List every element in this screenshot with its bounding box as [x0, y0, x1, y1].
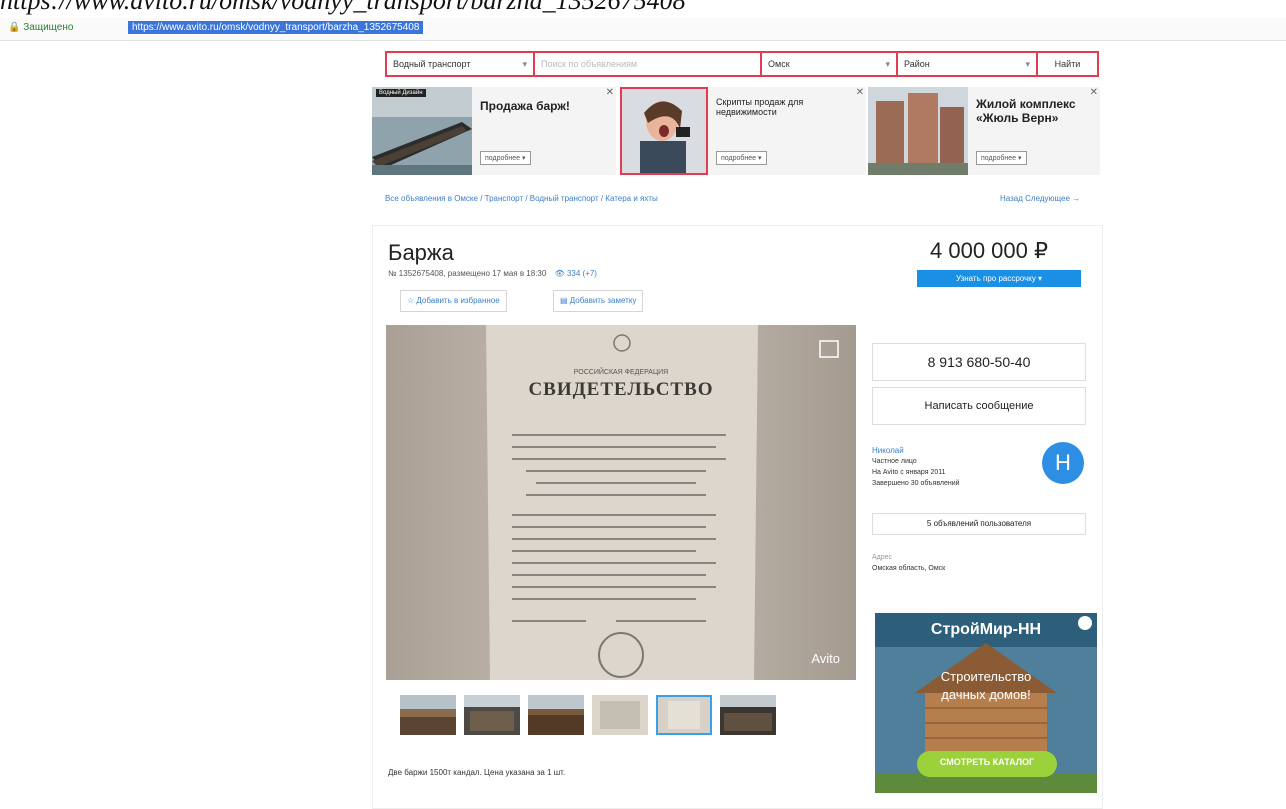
ad-title: Жилой комплекс «Жюль Верн» [976, 97, 1076, 125]
address-bar[interactable]: 🔒 Защищено https://www.avito.ru/omsk/vod… [0, 18, 1286, 41]
seller-ads-button[interactable]: 5 объявлений пользователя [872, 513, 1086, 535]
address-label: Адрес [872, 554, 893, 561]
thumbnail-active[interactable] [656, 695, 712, 735]
close-icon[interactable]: ✕ [1090, 87, 1098, 98]
thumbnail[interactable] [592, 695, 648, 735]
search-button[interactable]: Найти [1038, 53, 1097, 75]
banner-cta-button[interactable]: СМОТРЕТЬ КАТАЛОГ [917, 757, 1057, 767]
secure-label: 🔒 Защищено [8, 22, 74, 33]
city-select[interactable]: Омск ▾ [762, 53, 898, 75]
chevron-down-icon: ▾ [522, 59, 527, 69]
caption-url: https://www.avito.ru/omsk/vodnyy_transpo… [0, 0, 686, 15]
views-count: 👁 334 (+7) [554, 269, 597, 278]
search-bar: Водный транспорт ▾ Поиск по объявлениям О… [385, 51, 1099, 77]
page-title: Баржа [388, 240, 454, 265]
star-icon: ☆ [407, 296, 417, 305]
avito-watermark: Avito [811, 651, 840, 666]
ad-barges[interactable]: Водный Дизайн Продажа барж! подробнее ▾ … [372, 87, 616, 175]
banner-text: Строительство [940, 669, 1032, 684]
ad-more-button[interactable]: подробнее ▾ [480, 151, 531, 165]
doc-title: СВИДЕТЕЛЬСТВО [528, 379, 714, 400]
listing-description: Две баржи 1500т кандал. Цена указана за … [388, 768, 566, 777]
add-note-button[interactable]: ▤ Добавить заметку [553, 290, 644, 312]
ad-title: Скрипты продаж для недвижимости [716, 97, 804, 117]
thumbnail[interactable] [720, 695, 776, 735]
seller-info: Николай Частное лицо На Avito с января 2… [872, 445, 960, 489]
chevron-down-icon: ▾ [1025, 59, 1030, 69]
eye-icon: 👁 [554, 269, 567, 278]
url-text[interactable]: https://www.avito.ru/omsk/vodnyy_transpo… [128, 21, 424, 34]
ad-barge-image: Водный Дизайн [372, 87, 472, 175]
installment-button[interactable]: Узнать про рассрочку ▾ [917, 270, 1081, 287]
breadcrumb[interactable]: Все объявления в Омске / Транспорт / Вод… [385, 194, 658, 203]
banner-text: дачных домов! [941, 687, 1031, 702]
banner-brand: СтройМир-НН [930, 621, 1042, 638]
banner-ad[interactable]: СтройМир-НН Строительство дачных домов! … [875, 613, 1097, 793]
address-block: Адрес Омская область, Омск [872, 552, 945, 574]
doc-header: РОССИЙСКАЯ ФЕДЕРАЦИЯ [573, 369, 669, 376]
seller-name[interactable]: Николай [872, 445, 960, 456]
category-select[interactable]: Водный транспорт ▾ [387, 53, 535, 75]
note-icon: ▤ [560, 296, 570, 305]
ad-title: Продажа барж! [480, 99, 570, 113]
ad-more-button[interactable]: подробнее ▾ [716, 151, 767, 165]
prev-next-links[interactable]: Назад Следующее → [1000, 194, 1080, 203]
lock-icon: 🔒 [8, 22, 24, 33]
listing-meta: № 1352675408, размещено 17 мая в 18:30 👁… [388, 269, 597, 278]
thumbnail[interactable] [528, 695, 584, 735]
search-input[interactable]: Поиск по объявлениям [535, 53, 762, 75]
write-message-button[interactable]: Написать сообщение [872, 387, 1086, 425]
ad-complex[interactable]: Жилой комплекс «Жюль Верн» подробнее ▾ ✕ [868, 87, 1100, 175]
add-favorite-button[interactable]: ☆ Добавить в избранное [400, 290, 507, 312]
avatar[interactable]: Н [1042, 442, 1084, 484]
chevron-down-icon: ▾ [885, 59, 890, 69]
ad-building-image [868, 87, 968, 175]
ad-woman-image [620, 87, 708, 175]
thumbnail[interactable] [400, 695, 456, 735]
ad-badge: Водный Дизайн [376, 89, 426, 97]
address-value: Омская область, Омск [872, 565, 946, 572]
close-icon[interactable]: ✕ [856, 87, 864, 98]
seller-type: Частное лицо [872, 458, 917, 465]
district-select[interactable]: Район ▾ [898, 53, 1038, 75]
ad-scripts[interactable]: Скрипты продаж для недвижимости подробне… [620, 87, 866, 175]
ad-more-button[interactable]: подробнее ▾ [976, 151, 1027, 165]
main-photo[interactable]: РОССИЙСКАЯ ФЕДЕРАЦИЯ СВИДЕТЕЛЬСТВО Avito [386, 325, 856, 680]
phone-button[interactable]: 8 913 680-50-40 [872, 343, 1086, 381]
close-icon[interactable]: ✕ [606, 87, 614, 98]
thumbnail[interactable] [464, 695, 520, 735]
price: 4 000 000 ₽ [930, 238, 1048, 263]
seller-completed: Завершено 30 объявлений [872, 480, 960, 487]
seller-since: На Avito с января 2011 [872, 469, 946, 476]
expand-icon[interactable] [824, 340, 842, 356]
